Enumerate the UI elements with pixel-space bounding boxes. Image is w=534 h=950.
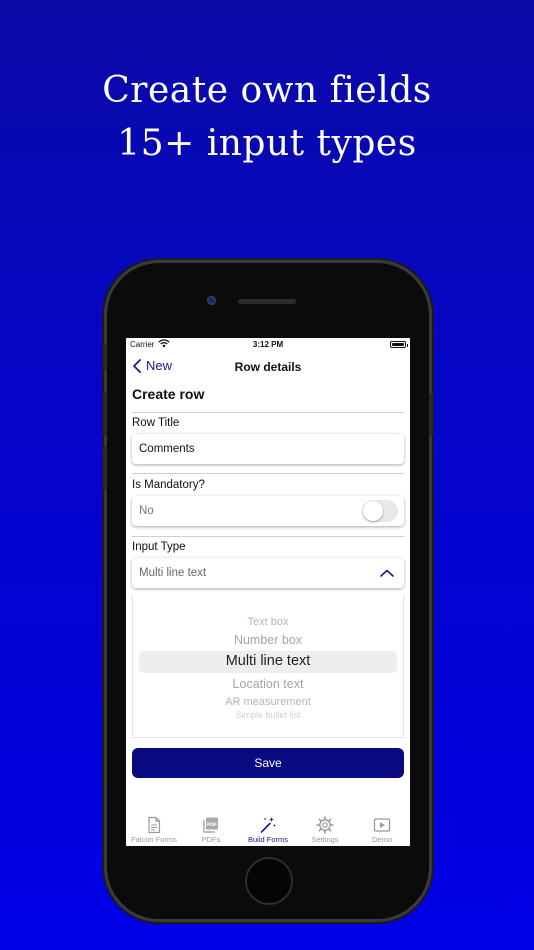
- input-type-picker[interactable]: Text box Number box Multi line text Loca…: [132, 596, 404, 738]
- picker-option[interactable]: Simple bullet list: [133, 710, 403, 720]
- chevron-up-icon: [380, 569, 394, 577]
- mandatory-label: Is Mandatory?: [132, 479, 205, 491]
- tab-demo[interactable]: Demo: [354, 816, 410, 844]
- tab-falcon-forms[interactable]: Falcon Forms: [126, 816, 182, 844]
- front-camera: [207, 296, 216, 305]
- picker-option[interactable]: Number box: [133, 633, 403, 647]
- row-title-field[interactable]: Comments: [132, 434, 404, 464]
- nav-title: Row details: [234, 360, 302, 374]
- tab-label: PDFs: [201, 835, 221, 844]
- volume-down-button: [103, 446, 107, 490]
- divider: [132, 536, 404, 537]
- mandatory-toggle[interactable]: [362, 500, 398, 522]
- row-title-label: Row Title: [132, 417, 180, 429]
- status-bar: Carrier 3:12 PM: [126, 338, 410, 352]
- section-title: Create row: [132, 386, 205, 402]
- divider: [132, 412, 404, 413]
- document-icon: [148, 816, 161, 834]
- volume-up-button: [103, 392, 107, 436]
- tab-build-forms[interactable]: Build Forms: [240, 816, 296, 844]
- picker-option-selected[interactable]: Multi line text: [133, 653, 403, 669]
- headline-line-1: Create own fields: [102, 70, 432, 111]
- input-type-label: Input Type: [132, 541, 186, 553]
- navigation-bar: New Row details: [126, 352, 410, 380]
- tab-bar: Falcon Forms PDF PDFs Build Forms Settin…: [126, 812, 410, 846]
- picker-option[interactable]: Location text: [133, 677, 403, 691]
- tab-label: Falcon Forms: [131, 835, 177, 844]
- input-type-value: Multi line text: [139, 567, 207, 579]
- status-time: 3:12 PM: [252, 340, 284, 349]
- tab-label: Settings: [311, 835, 339, 844]
- svg-text:PDF: PDF: [207, 822, 217, 828]
- divider: [132, 473, 404, 474]
- input-type-select[interactable]: Multi line text: [132, 558, 404, 588]
- mandatory-field: No: [132, 496, 404, 526]
- tab-label: Demo: [371, 835, 392, 844]
- mute-switch: [103, 343, 107, 371]
- tab-label: Build Forms: [247, 835, 288, 844]
- picker-option[interactable]: Text box: [133, 616, 403, 628]
- tab-pdfs[interactable]: PDF PDFs: [183, 816, 239, 844]
- power-button: [429, 393, 433, 437]
- home-button: [245, 857, 293, 905]
- mandatory-value: No: [139, 505, 154, 517]
- gear-icon: [316, 816, 334, 834]
- tab-settings[interactable]: Settings: [297, 816, 353, 844]
- save-button[interactable]: Save: [132, 748, 404, 778]
- phone-screen: Carrier 3:12 PM New Row details Create r…: [126, 338, 410, 846]
- earpiece-speaker: [238, 299, 296, 304]
- toggle-knob: [363, 501, 383, 521]
- row-title-value: Comments: [139, 443, 195, 455]
- picker-option[interactable]: AR measurement: [133, 696, 403, 708]
- battery-icon: [390, 341, 408, 348]
- headline-line-2: 15+ input types: [117, 123, 417, 164]
- play-icon: [373, 818, 391, 832]
- pdf-icon: PDF: [203, 817, 218, 833]
- magic-wand-icon: [260, 817, 276, 833]
